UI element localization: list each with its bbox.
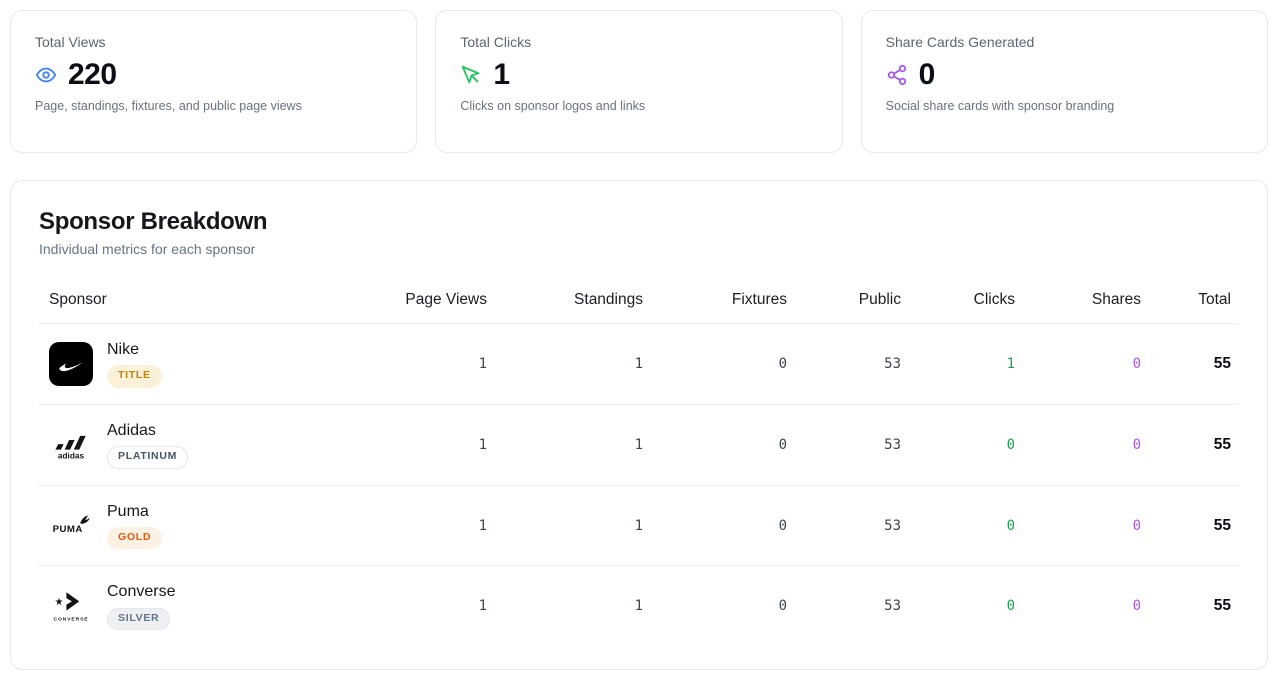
- cell-total: 55: [1149, 485, 1239, 566]
- svg-text:CONVERSE: CONVERSE: [53, 617, 88, 623]
- eye-icon: [35, 64, 57, 86]
- cell-fixtures: 0: [651, 324, 795, 405]
- cell-shares: 0: [1023, 404, 1149, 485]
- cell-clicks: 1: [909, 324, 1023, 405]
- cell-shares: 0: [1023, 566, 1149, 646]
- table-row-nike: Nike TITLE 1 1 0 53 1 0 55: [39, 324, 1239, 405]
- stat-label: Share Cards Generated: [886, 34, 1243, 50]
- column-header-standings: Standings: [495, 281, 651, 324]
- cell-clicks: 0: [909, 566, 1023, 646]
- svg-text:adidas: adidas: [58, 451, 85, 460]
- cell-clicks: 0: [909, 485, 1023, 566]
- panel-subtitle: Individual metrics for each sponsor: [39, 241, 1239, 257]
- stat-label: Total Views: [35, 34, 392, 50]
- column-header-sponsor: Sponsor: [39, 281, 351, 324]
- sponsor-name: Nike: [107, 340, 162, 359]
- mouse-pointer-icon: [460, 64, 482, 86]
- cell-standings: 1: [495, 485, 651, 566]
- cell-total: 55: [1149, 566, 1239, 646]
- column-header-fixtures: Fixtures: [651, 281, 795, 324]
- cell-page-views: 1: [351, 485, 495, 566]
- sponsor-name: Adidas: [107, 421, 188, 440]
- tier-badge: SILVER: [107, 608, 170, 631]
- stats-row: Total Views 220 Page, standings, fixture…: [10, 10, 1268, 153]
- table-row-converse: ★ CONVERSE Converse SILVER 1 1 0: [39, 566, 1239, 646]
- stat-card-total-views: Total Views 220 Page, standings, fixture…: [10, 10, 417, 153]
- column-header-total: Total: [1149, 281, 1239, 324]
- nike-logo: [49, 342, 93, 386]
- svg-text:PUMA: PUMA: [53, 524, 83, 535]
- cell-standings: 1: [495, 566, 651, 646]
- puma-logo: PUMA: [49, 504, 93, 548]
- cell-page-views: 1: [351, 324, 495, 405]
- stat-card-total-clicks: Total Clicks 1 Clicks on sponsor logos a…: [435, 10, 842, 153]
- cell-public: 53: [795, 404, 909, 485]
- converse-logo: ★ CONVERSE: [49, 584, 93, 628]
- cell-shares: 0: [1023, 485, 1149, 566]
- stat-value: 0: [919, 60, 935, 90]
- share-icon: [886, 64, 908, 86]
- cell-shares: 0: [1023, 324, 1149, 405]
- cell-page-views: 1: [351, 404, 495, 485]
- stat-description: Page, standings, fixtures, and public pa…: [35, 99, 392, 113]
- stat-value: 1: [493, 60, 509, 90]
- tier-badge: PLATINUM: [107, 446, 188, 469]
- svg-text:★: ★: [55, 597, 64, 608]
- column-header-clicks: Clicks: [909, 281, 1023, 324]
- column-header-public: Public: [795, 281, 909, 324]
- cell-total: 55: [1149, 404, 1239, 485]
- panel-title: Sponsor Breakdown: [39, 208, 1239, 236]
- cell-total: 55: [1149, 324, 1239, 405]
- tier-badge: TITLE: [107, 365, 162, 388]
- adidas-logo: adidas: [49, 423, 93, 467]
- cell-public: 53: [795, 324, 909, 405]
- stat-description: Social share cards with sponsor branding: [886, 99, 1243, 113]
- cell-page-views: 1: [351, 566, 495, 646]
- table-header-row: Sponsor Page Views Standings Fixtures Pu…: [39, 281, 1239, 324]
- stat-value: 220: [68, 60, 117, 90]
- cell-public: 53: [795, 566, 909, 646]
- sponsor-table: Sponsor Page Views Standings Fixtures Pu…: [39, 281, 1239, 646]
- stat-description: Clicks on sponsor logos and links: [460, 99, 817, 113]
- cell-fixtures: 0: [651, 566, 795, 646]
- table-row-puma: PUMA Puma GOLD 1 1 0 53 0 0 55: [39, 485, 1239, 566]
- cell-public: 53: [795, 485, 909, 566]
- cell-standings: 1: [495, 324, 651, 405]
- cell-fixtures: 0: [651, 485, 795, 566]
- column-header-shares: Shares: [1023, 281, 1149, 324]
- sponsor-breakdown-panel: Sponsor Breakdown Individual metrics for…: [10, 180, 1268, 670]
- stat-label: Total Clicks: [460, 34, 817, 50]
- sponsor-name: Converse: [107, 582, 175, 601]
- table-row-adidas: adidas Adidas PLATINUM 1 1 0 53 0 0 55: [39, 404, 1239, 485]
- cell-clicks: 0: [909, 404, 1023, 485]
- column-header-page-views: Page Views: [351, 281, 495, 324]
- sponsor-name: Puma: [107, 502, 162, 521]
- cell-standings: 1: [495, 404, 651, 485]
- cell-fixtures: 0: [651, 404, 795, 485]
- tier-badge: GOLD: [107, 527, 162, 550]
- stat-card-share-cards: Share Cards Generated 0 Social share car…: [861, 10, 1268, 153]
